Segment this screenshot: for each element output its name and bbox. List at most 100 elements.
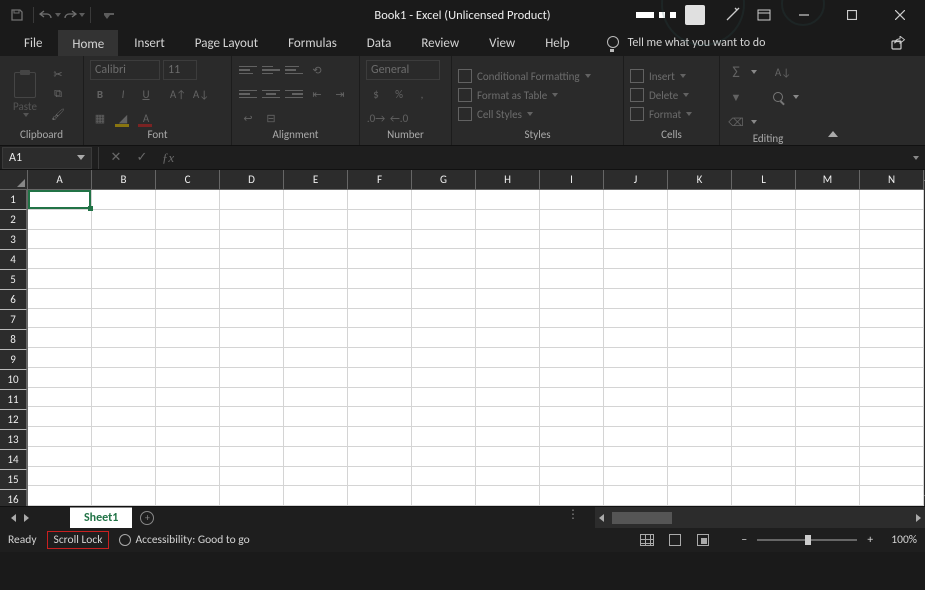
orientation-button[interactable]: ⟲ [307,60,327,80]
cell[interactable] [412,467,476,487]
row-header[interactable]: 15 [0,470,27,490]
cell[interactable] [28,289,92,309]
cell[interactable] [412,328,476,348]
row-header[interactable]: 12 [0,410,27,430]
cell[interactable] [540,447,604,467]
row-header[interactable]: 6 [0,290,27,310]
accessibility-status[interactable]: Accessibility: Good to go [119,533,249,547]
page-break-view-button[interactable] [689,530,717,550]
cell[interactable] [604,407,668,427]
cell[interactable] [28,368,92,388]
row-header[interactable]: 14 [0,450,27,470]
cell[interactable] [92,328,156,348]
cell[interactable] [220,289,284,309]
cell[interactable] [604,427,668,447]
insert-function-button[interactable]: ƒx [155,147,181,169]
cell[interactable] [28,210,92,230]
sheet-tab-sheet1[interactable]: Sheet1 [70,507,132,528]
tell-me-search[interactable]: Tell me what you want to do [606,30,766,56]
cell[interactable] [604,210,668,230]
cell[interactable] [156,210,220,230]
cell[interactable] [476,388,540,408]
cell[interactable] [412,348,476,368]
cell[interactable] [540,210,604,230]
cell[interactable] [476,289,540,309]
cancel-formula-button[interactable]: ✕ [103,147,129,169]
cell[interactable] [540,388,604,408]
cell[interactable] [28,328,92,348]
cell[interactable] [284,368,348,388]
row-header[interactable]: 13 [0,430,27,450]
cell[interactable] [668,407,732,427]
cell[interactable] [476,309,540,329]
format-as-table-button[interactable]: Format as Table [458,88,591,102]
zoom-out-button[interactable]: − [737,533,751,547]
cell[interactable] [156,269,220,289]
cell[interactable] [412,230,476,250]
cell[interactable] [348,249,412,269]
tab-view[interactable]: View [475,30,529,56]
cell[interactable] [156,388,220,408]
currency-button[interactable]: $ [366,84,386,104]
cell[interactable] [412,249,476,269]
cell[interactable] [668,467,732,487]
format-cells-button[interactable]: Format [630,107,692,121]
cell[interactable] [156,368,220,388]
italic-button[interactable]: I [113,84,133,104]
formula-input[interactable] [181,147,905,169]
cell[interactable] [732,328,796,348]
cell[interactable] [348,210,412,230]
cell[interactable] [28,348,92,368]
hscroll-thumb[interactable] [612,512,672,524]
cell[interactable] [348,368,412,388]
cell[interactable] [732,467,796,487]
cell[interactable] [412,368,476,388]
cell[interactable] [412,407,476,427]
cell[interactable] [348,328,412,348]
cell[interactable] [156,230,220,250]
cell[interactable] [796,447,860,467]
cell[interactable] [476,230,540,250]
cell[interactable] [732,388,796,408]
zoom-level[interactable]: 100% [891,533,917,547]
decrease-font-button[interactable]: A↓ [191,84,211,104]
cell[interactable] [156,190,220,210]
row-header[interactable]: 2 [0,210,27,230]
tab-home[interactable]: Home [58,30,118,56]
cell[interactable] [540,249,604,269]
clear-button[interactable]: ⌫ [726,112,746,132]
cell[interactable] [476,427,540,447]
column-header[interactable]: G [412,170,476,190]
find-select-button[interactable] [768,87,788,107]
cell[interactable] [860,407,924,427]
cell[interactable] [284,447,348,467]
cell[interactable] [28,249,92,269]
normal-view-button[interactable] [633,530,661,550]
cell[interactable] [220,190,284,210]
cell[interactable] [668,289,732,309]
cell[interactable] [732,486,796,506]
cell[interactable] [284,427,348,447]
cell[interactable] [156,328,220,348]
comma-style-button[interactable]: , [412,84,432,104]
cell[interactable] [348,190,412,210]
cell[interactable] [860,368,924,388]
cell[interactable] [476,190,540,210]
cell[interactable] [860,328,924,348]
cell[interactable] [220,328,284,348]
cell[interactable] [348,486,412,506]
cell[interactable] [92,368,156,388]
cell[interactable] [92,249,156,269]
paste-button[interactable]: Paste [6,60,44,128]
cell[interactable] [860,230,924,250]
cell[interactable] [476,407,540,427]
cell[interactable] [604,309,668,329]
cell[interactable] [92,190,156,210]
column-header[interactable]: L [732,170,796,190]
delete-cells-button[interactable]: Delete [630,88,692,102]
cell[interactable] [156,486,220,506]
tab-formulas[interactable]: Formulas [274,30,351,56]
cell[interactable] [28,486,92,506]
horizontal-scrollbar[interactable] [595,507,925,528]
cell[interactable] [604,328,668,348]
